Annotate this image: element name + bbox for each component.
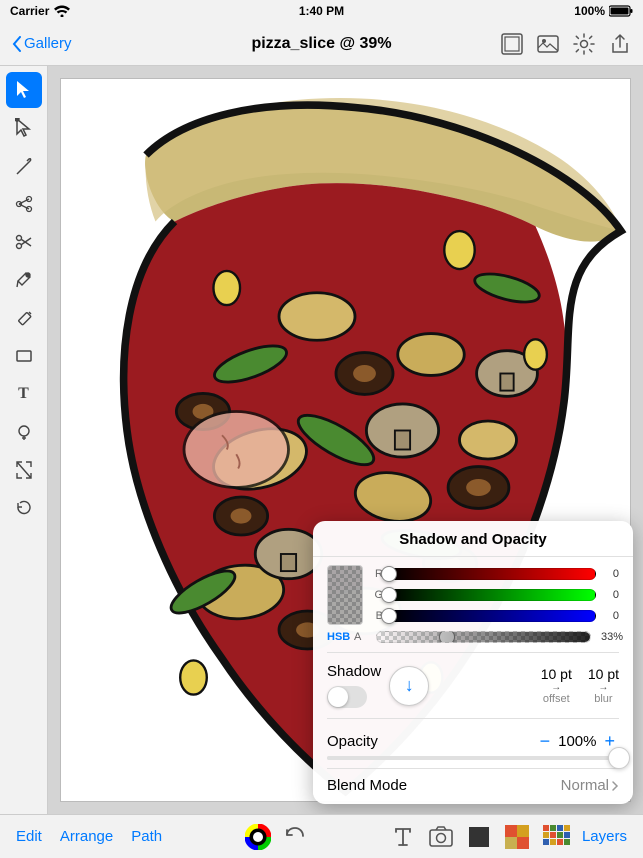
opacity-slider-row [327, 754, 619, 768]
main-content: T [0, 66, 643, 814]
shadow-offset-box: 10 pt → offset [541, 666, 572, 705]
green-slider-thumb[interactable] [381, 587, 397, 603]
text-icon[interactable] [390, 824, 416, 850]
panel-title: Shadow and Opacity [313, 521, 633, 557]
layers-button[interactable]: Layers [582, 828, 627, 845]
opacity-slider-fill [327, 756, 619, 760]
battery-label: 100% [574, 4, 605, 18]
blue-slider-thumb[interactable] [381, 608, 397, 624]
shadow-blur-label: blur [594, 693, 612, 705]
green-value: 0 [601, 589, 619, 601]
blend-mode-row[interactable]: Blend Mode Normal [327, 768, 619, 798]
bottom-toolbar: Edit Arrange Path [0, 814, 643, 858]
mosaic-icon[interactable] [542, 824, 570, 850]
tool-pen[interactable] [6, 148, 42, 184]
tool-resize[interactable] [6, 452, 42, 488]
opacity-slider-track[interactable] [327, 756, 619, 760]
back-button[interactable]: Gallery [24, 35, 72, 52]
camera-icon[interactable] [428, 824, 454, 850]
back-chevron-icon [12, 36, 22, 52]
tool-direct-select[interactable] [6, 110, 42, 146]
opacity-value: 100% [558, 733, 596, 750]
bottom-right-actions: Layers [390, 824, 627, 850]
blend-mode-value: Normal [561, 777, 619, 794]
tool-node[interactable] [6, 186, 42, 222]
bottom-left-actions: Edit Arrange Path [16, 828, 162, 845]
opacity-section: Opacity − 100% + [327, 725, 619, 754]
bottom-center-actions [245, 824, 307, 850]
shadow-offset-value: 10 pt [541, 666, 572, 682]
a-label: A [354, 631, 366, 643]
shape-icon[interactable] [466, 824, 492, 850]
tool-rectangle[interactable] [6, 338, 42, 374]
blue-slider-track[interactable] [388, 610, 596, 622]
shadow-offset-label: offset [543, 693, 570, 705]
tool-scissors[interactable] [6, 224, 42, 260]
battery-icon [609, 5, 633, 17]
status-right: 100% [574, 4, 633, 18]
canvas-area[interactable]: Shadow and Opacity R 0 [48, 66, 643, 814]
shadow-blur-box: 10 pt → blur [588, 666, 619, 705]
tool-eyedropper[interactable] [6, 262, 42, 298]
red-value: 0 [601, 568, 619, 580]
blend-mode-label: Blend Mode [327, 777, 407, 794]
toggle-knob [328, 687, 348, 707]
shadow-direction-button[interactable]: ↓ [389, 666, 429, 706]
shadow-label: Shadow [327, 663, 381, 680]
blue-slider-row: B 0 [371, 607, 619, 625]
nav-title: pizza_slice @ 39% [251, 35, 391, 53]
panel-body: R 0 G 0 [313, 557, 633, 804]
red-slider-row: R 0 [371, 565, 619, 583]
rgb-sliders: R 0 G 0 [371, 565, 619, 625]
shadow-opacity-panel: Shadow and Opacity R 0 [313, 521, 633, 804]
divider-2 [327, 718, 619, 719]
red-slider-thumb[interactable] [381, 566, 397, 582]
status-time: 1:40 PM [299, 4, 344, 18]
wifi-icon [54, 5, 70, 17]
tool-text[interactable]: T [6, 376, 42, 412]
tool-select[interactable] [6, 72, 42, 108]
chevron-right-icon [611, 780, 619, 792]
tool-pencil[interactable] [6, 300, 42, 336]
alpha-slider-thumb[interactable] [439, 631, 455, 643]
status-left: Carrier [10, 4, 70, 18]
alpha-slider-row: HSB A 33% [327, 628, 619, 646]
divider-1 [327, 652, 619, 653]
opacity-label: Opacity [327, 733, 378, 750]
opacity-decrease-button[interactable]: − [536, 731, 555, 752]
left-toolbar: T [0, 66, 48, 814]
hsb-label: HSB [327, 631, 349, 643]
nav-back-container[interactable]: Gallery [12, 35, 72, 52]
color-preview [327, 565, 363, 625]
color-sliders-row: R 0 G 0 [327, 565, 619, 625]
tool-history[interactable] [6, 490, 42, 526]
path-button[interactable]: Path [131, 828, 162, 845]
carrier-label: Carrier [10, 4, 49, 18]
green-slider-track[interactable] [388, 589, 596, 601]
alpha-value: 33% [601, 631, 619, 643]
image-icon[interactable] [537, 33, 559, 55]
undo-button[interactable] [283, 825, 307, 849]
red-slider-track[interactable] [388, 568, 596, 580]
color-swatch-icon[interactable] [504, 824, 530, 850]
tool-color-picker[interactable] [6, 414, 42, 450]
shadow-blur-value: 10 pt [588, 666, 619, 682]
arrange-button[interactable]: Arrange [60, 828, 113, 845]
edit-button[interactable]: Edit [16, 828, 42, 845]
status-bar: Carrier 1:40 PM 100% [0, 0, 643, 22]
nav-actions [501, 33, 631, 55]
nav-bar: Gallery pizza_slice @ 39% [0, 22, 643, 66]
settings-icon[interactable] [573, 33, 595, 55]
green-slider-row: G 0 [371, 586, 619, 604]
color-wheel-icon[interactable] [245, 824, 271, 850]
blue-value: 0 [601, 610, 619, 622]
alpha-slider-track[interactable] [376, 631, 591, 643]
opacity-slider-thumb[interactable] [608, 747, 630, 769]
shadow-toggle[interactable] [327, 686, 367, 708]
shadow-section: Shadow ↓ 10 pt → offset 10 pt [327, 659, 619, 712]
shadow-values: 10 pt → offset 10 pt → blur [541, 666, 619, 705]
frame-icon[interactable] [501, 33, 523, 55]
share-icon[interactable] [609, 33, 631, 55]
